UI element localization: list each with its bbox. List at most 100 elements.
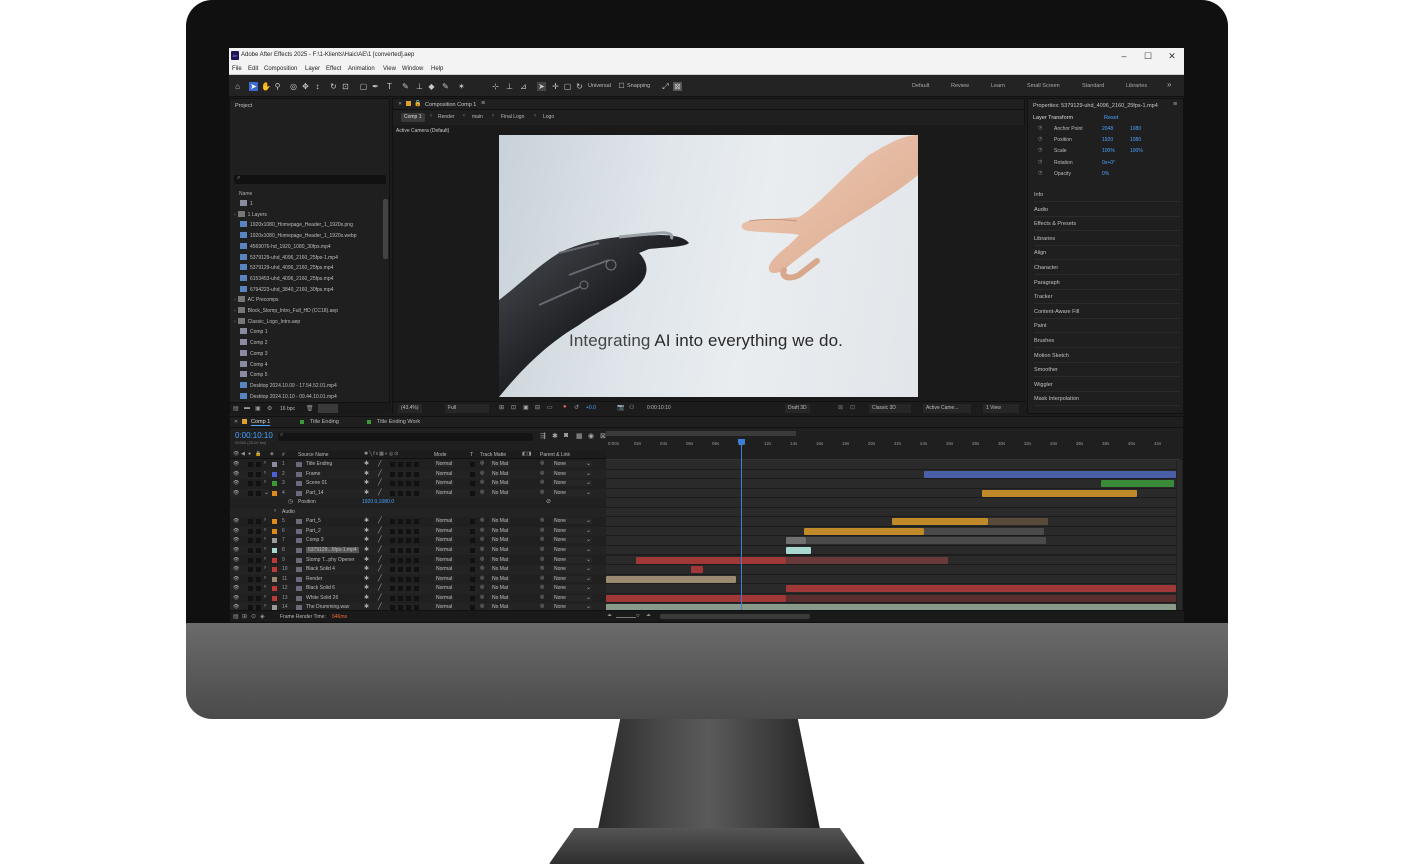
tab-comp-1[interactable]: Comp 1 [251, 419, 271, 426]
sidebar-item-panel[interactable]: Brushes [1034, 334, 1179, 348]
parent-pickwhip-icon[interactable]: ◎ [540, 470, 544, 476]
quality-switch-icon[interactable]: ╱ [378, 527, 382, 534]
motion-blur-switch[interactable] [398, 490, 403, 496]
audio-column-icon[interactable]: ◀ [241, 451, 245, 457]
breadcrumb-final-logo[interactable]: Final Logo [501, 114, 524, 120]
chevron-down-icon[interactable]: ⌄ [586, 536, 591, 543]
sidebar-item-panel[interactable]: Tracker [1034, 290, 1179, 305]
bit-depth-label[interactable]: 16 bpc [280, 406, 295, 412]
layer-duration-bar[interactable] [691, 566, 703, 574]
blend-mode-select[interactable]: Normal [434, 527, 455, 534]
preserve-transparency-toggle[interactable] [470, 586, 475, 592]
quality-switch-icon[interactable]: ╱ [378, 470, 382, 477]
magnification-select[interactable]: (43.4%) [398, 404, 422, 413]
selection-tool-icon[interactable]: ➤ [249, 82, 258, 91]
visibility-icon[interactable]: 👁 [233, 547, 239, 553]
source-name-column-header[interactable]: Source Name [298, 452, 329, 458]
parent-pickwhip-icon[interactable]: ◎ [540, 556, 544, 562]
hand-tool-icon[interactable]: ✋ [261, 82, 271, 91]
chevron-right-icon[interactable]: › [264, 565, 266, 571]
parent-pickwhip-icon[interactable]: ◎ [540, 527, 544, 533]
parent-pickwhip-icon[interactable]: ◎ [540, 546, 544, 552]
layer-row[interactable]: 👁 › 13 White Solid 26 ✱ ╱ Normal ◎ No Mat ◎ None ⌄ [230, 593, 1180, 604]
track-matte-select[interactable]: No Mat [490, 594, 511, 601]
eraser-tool-icon[interactable]: ◆ [427, 82, 436, 91]
chevron-down-icon[interactable]: ⌄ [586, 470, 591, 477]
fx-switch[interactable] [390, 576, 395, 582]
toggle-render-time-icon[interactable]: ◈ [260, 613, 265, 620]
lock-column-icon[interactable]: 🔒 [255, 451, 261, 457]
solo-toggle[interactable] [248, 490, 253, 496]
visibility-icon[interactable]: 👁 [233, 566, 239, 572]
shy-switch-icon[interactable]: ✱ [364, 584, 369, 591]
layer-duration-bar[interactable] [982, 489, 1137, 497]
extended-viewer-icon[interactable]: ⊡ [850, 404, 855, 411]
track-matte-select[interactable]: No Mat [490, 537, 511, 544]
chevron-right-icon[interactable]: › [234, 297, 236, 303]
lock-toggle[interactable] [256, 586, 261, 592]
chevron-down-icon[interactable]: ⌄ [586, 479, 591, 486]
3d-switch[interactable] [414, 595, 419, 601]
chevron-down-icon[interactable]: ⌄ [586, 460, 591, 467]
menu-layer[interactable]: Layer [305, 66, 320, 72]
3d-switch[interactable] [414, 490, 419, 496]
quality-switch-icon[interactable]: ╱ [378, 584, 382, 591]
blend-mode-select[interactable]: Normal [434, 461, 455, 467]
preserve-transparency-toggle[interactable] [470, 538, 475, 544]
layer-track[interactable] [606, 565, 1176, 575]
layer-name[interactable]: Stomp T...phy Opener [306, 557, 355, 563]
panel-menu-icon[interactable]: ≡ [481, 100, 485, 107]
layer-duration-bar[interactable] [924, 470, 1176, 478]
solo-column-icon[interactable]: ● [248, 451, 251, 457]
composition-viewer[interactable]: Active Camera (Default) Integrating AI i… [393, 125, 1026, 401]
layer-name[interactable]: Comp 3 [306, 537, 324, 543]
layer-duration-bar[interactable] [1101, 480, 1174, 488]
menu-file[interactable]: File [232, 66, 242, 72]
preserve-transparency-toggle[interactable] [470, 547, 475, 553]
adjustment-switch[interactable] [406, 547, 411, 553]
chevron-down-icon[interactable]: ⌄ [586, 575, 591, 582]
tab-title-ending-work[interactable]: Title Ending Work [377, 419, 420, 425]
layer-row[interactable]: 👁 › 11 Render ✱ ╱ Normal ◎ No Mat ◎ None ⌄ [230, 574, 1180, 585]
dolly-tool-icon[interactable]: ↕ [313, 82, 322, 91]
3d-switch[interactable] [414, 462, 419, 467]
property-value[interactable]: 1080 [1130, 137, 1141, 143]
fx-switch[interactable] [390, 519, 395, 525]
project-item[interactable]: Comp 2 [234, 338, 382, 348]
solo-toggle[interactable] [248, 538, 253, 544]
current-time-display[interactable]: 0:00:10:10 [647, 405, 671, 411]
layer-duration-bar[interactable] [606, 594, 786, 602]
project-item[interactable]: 4569076-hd_1920_1080_30fps.mp4 [234, 242, 382, 252]
project-item[interactable]: › 1 Layers [234, 210, 382, 220]
matte-toggle-icons[interactable]: ◧◨ [522, 451, 531, 457]
solo-toggle[interactable] [248, 547, 253, 553]
chevron-right-icon[interactable]: › [264, 594, 266, 600]
layer-track[interactable] [606, 574, 1176, 585]
frame-blending-icon[interactable]: ▦ [576, 432, 583, 440]
track-matte-pickwhip-icon[interactable]: ◎ [480, 565, 484, 571]
track-matte-select[interactable]: No Mat [490, 489, 511, 496]
quality-switch-icon[interactable]: ╱ [378, 575, 382, 582]
layer-label-color[interactable] [272, 519, 277, 525]
track-matte-pickwhip-icon[interactable]: ◎ [480, 470, 484, 476]
layer-name[interactable]: Part_5 [306, 518, 321, 524]
adjustment-switch[interactable] [406, 490, 411, 496]
track-matte-select[interactable]: No Mat [490, 566, 511, 573]
sidebar-item-panel[interactable]: Character [1034, 261, 1179, 275]
interpret-footage-icon[interactable]: ▤ [233, 405, 239, 412]
parent-pickwhip-icon[interactable]: ◎ [540, 603, 544, 609]
project-scrollbar[interactable] [383, 199, 388, 259]
3d-switch[interactable] [414, 547, 419, 553]
track-matte-pickwhip-icon[interactable]: ◎ [480, 603, 484, 609]
property-value[interactable]: 2048 [1102, 126, 1113, 132]
parent-pickwhip-icon[interactable]: ◎ [540, 594, 544, 600]
chevron-right-icon[interactable]: › [264, 603, 266, 609]
lock-toggle[interactable] [256, 481, 261, 487]
layer-track[interactable] [606, 526, 1176, 537]
resolution-select[interactable]: Full [445, 404, 489, 413]
chevron-right-icon[interactable]: › [274, 508, 276, 514]
chevron-down-icon[interactable]: ⌄ [586, 584, 591, 591]
layer-row[interactable]: 👁 › 12 Black Solid 6 ✱ ╱ Normal ◎ No Mat ◎ None ⌄ [230, 584, 1180, 594]
toggle-modes-icon[interactable]: ⊞ [242, 613, 247, 620]
adjustment-switch[interactable] [406, 481, 411, 487]
